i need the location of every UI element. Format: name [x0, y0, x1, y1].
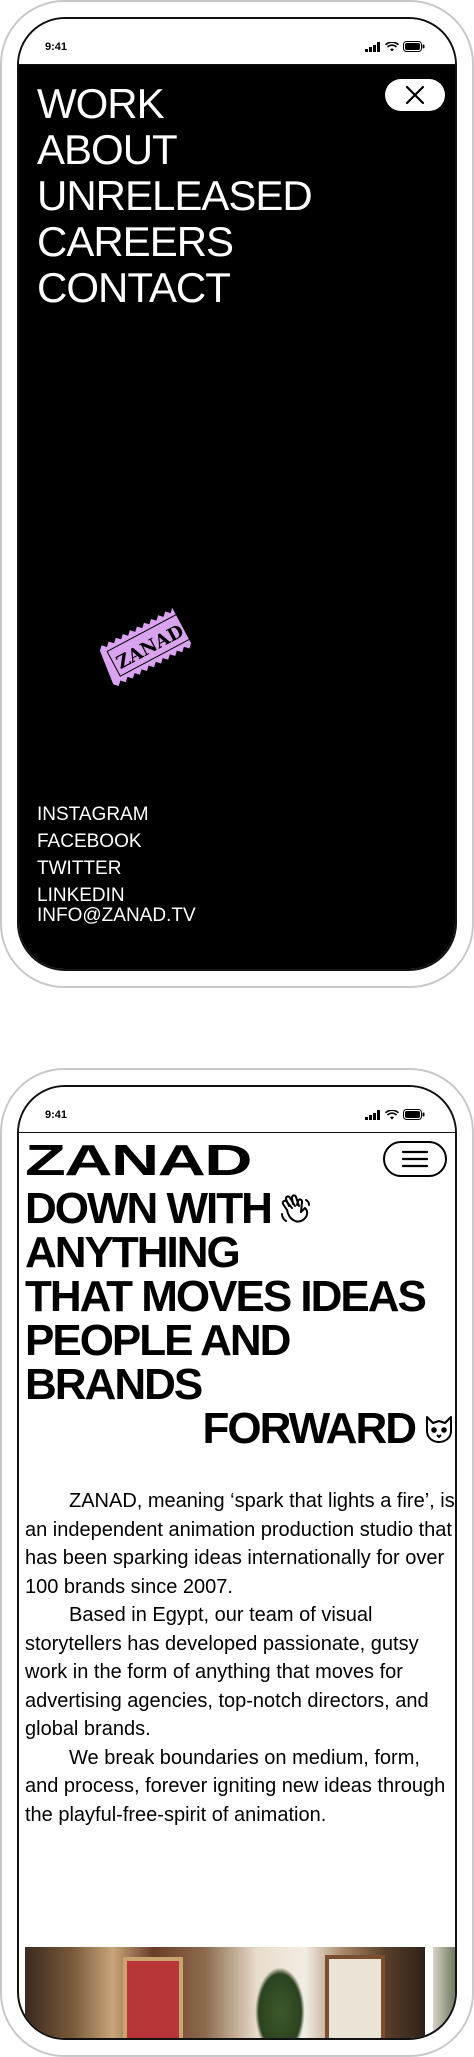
hamburger-icon — [401, 1150, 429, 1168]
nav-item-unreleased[interactable]: UNRELEASED — [37, 173, 313, 219]
status-bar: 9:41 — [19, 1087, 455, 1133]
studio-photo — [25, 1947, 425, 2038]
nav-item-contact[interactable]: CONTACT — [37, 265, 312, 311]
zanad-badge: ZANAD — [89, 595, 209, 700]
menu-overlay: WORK ABOUT UNRELEASED CAREERS CONTACT ZA… — [19, 65, 455, 969]
status-time: 9:41 — [45, 41, 68, 53]
menu-screen: 9:41 WORK ABOUT UNRELEASED CAREERS CONTA… — [17, 17, 457, 971]
status-icons — [365, 41, 425, 52]
status-bar: 9:41 — [19, 19, 455, 65]
hero-line-6: FORWARD — [202, 1407, 455, 1451]
social-links: INSTAGRAM FACEBOOK TWITTER LINKEDIN — [37, 801, 149, 909]
hero-line-1: DOWN WITH — [25, 1187, 455, 1231]
menu-button[interactable] — [383, 1141, 447, 1177]
hero-line-2: ANYTHING — [25, 1228, 241, 1277]
zanad-logo[interactable]: ZANAD — [25, 1136, 255, 1186]
phone-frame-menu: 9:41 WORK ABOUT UNRELEASED CAREERS CONTA… — [0, 0, 474, 988]
close-menu-button[interactable] — [385, 79, 445, 111]
nav-item-about[interactable]: ABOUT — [37, 127, 312, 173]
social-link-facebook[interactable]: FACEBOOK — [37, 828, 149, 855]
logo-text: ZANAD — [25, 1141, 251, 1181]
battery-icon — [403, 41, 425, 52]
status-time: 9:41 — [45, 1109, 68, 1121]
nav-item-work[interactable]: WORK — [37, 81, 312, 127]
close-icon — [405, 85, 425, 105]
waving-hand-icon — [280, 1194, 310, 1223]
signal-icon — [365, 1109, 380, 1120]
hero-line-5: BRANDS — [25, 1360, 203, 1409]
social-link-twitter[interactable]: TWITTER — [37, 855, 149, 882]
social-link-instagram[interactable]: INSTAGRAM — [37, 801, 149, 828]
about-paragraph-2: Based in Egypt, our team of visual story… — [25, 1604, 429, 1740]
signal-icon — [365, 41, 380, 52]
hero-headline: DOWN WITH ANYTHING THAT MOVES IDEAS PEOP… — [25, 1187, 455, 1451]
email-link[interactable]: INFO@ZANAD.TV — [37, 905, 196, 927]
wifi-icon — [385, 41, 399, 51]
hero-line-3: THAT MOVES IDEAS — [25, 1272, 427, 1321]
landing-screen: 9:41 ZANAD DOWN WITH ANYTHING THAT MOVES… — [17, 1085, 457, 2040]
about-paragraph-3: We break boundaries on medium, form, and… — [25, 1746, 446, 1826]
cat-face-icon — [426, 1416, 452, 1443]
photo-painting — [123, 1957, 183, 2038]
photo-window — [325, 1955, 385, 2038]
battery-icon — [403, 1109, 425, 1120]
photo-plant — [255, 1967, 305, 2038]
studio-photo-next — [433, 1947, 455, 2038]
about-paragraph-1: ZANAD, meaning ‘spark that lights a fire… — [25, 1490, 455, 1598]
nav-item-careers[interactable]: CAREERS — [37, 219, 312, 265]
wifi-icon — [385, 1109, 399, 1119]
main-nav: WORK ABOUT UNRELEASED CAREERS CONTACT — [37, 81, 313, 311]
status-icons — [365, 1109, 425, 1120]
hero-line-4: PEOPLE AND — [25, 1316, 291, 1365]
phone-frame-landing: 9:41 ZANAD DOWN WITH ANYTHING THAT MOVES… — [0, 1068, 474, 2057]
about-copy: ZANAD, meaning ‘spark that lights a fire… — [25, 1487, 455, 1829]
